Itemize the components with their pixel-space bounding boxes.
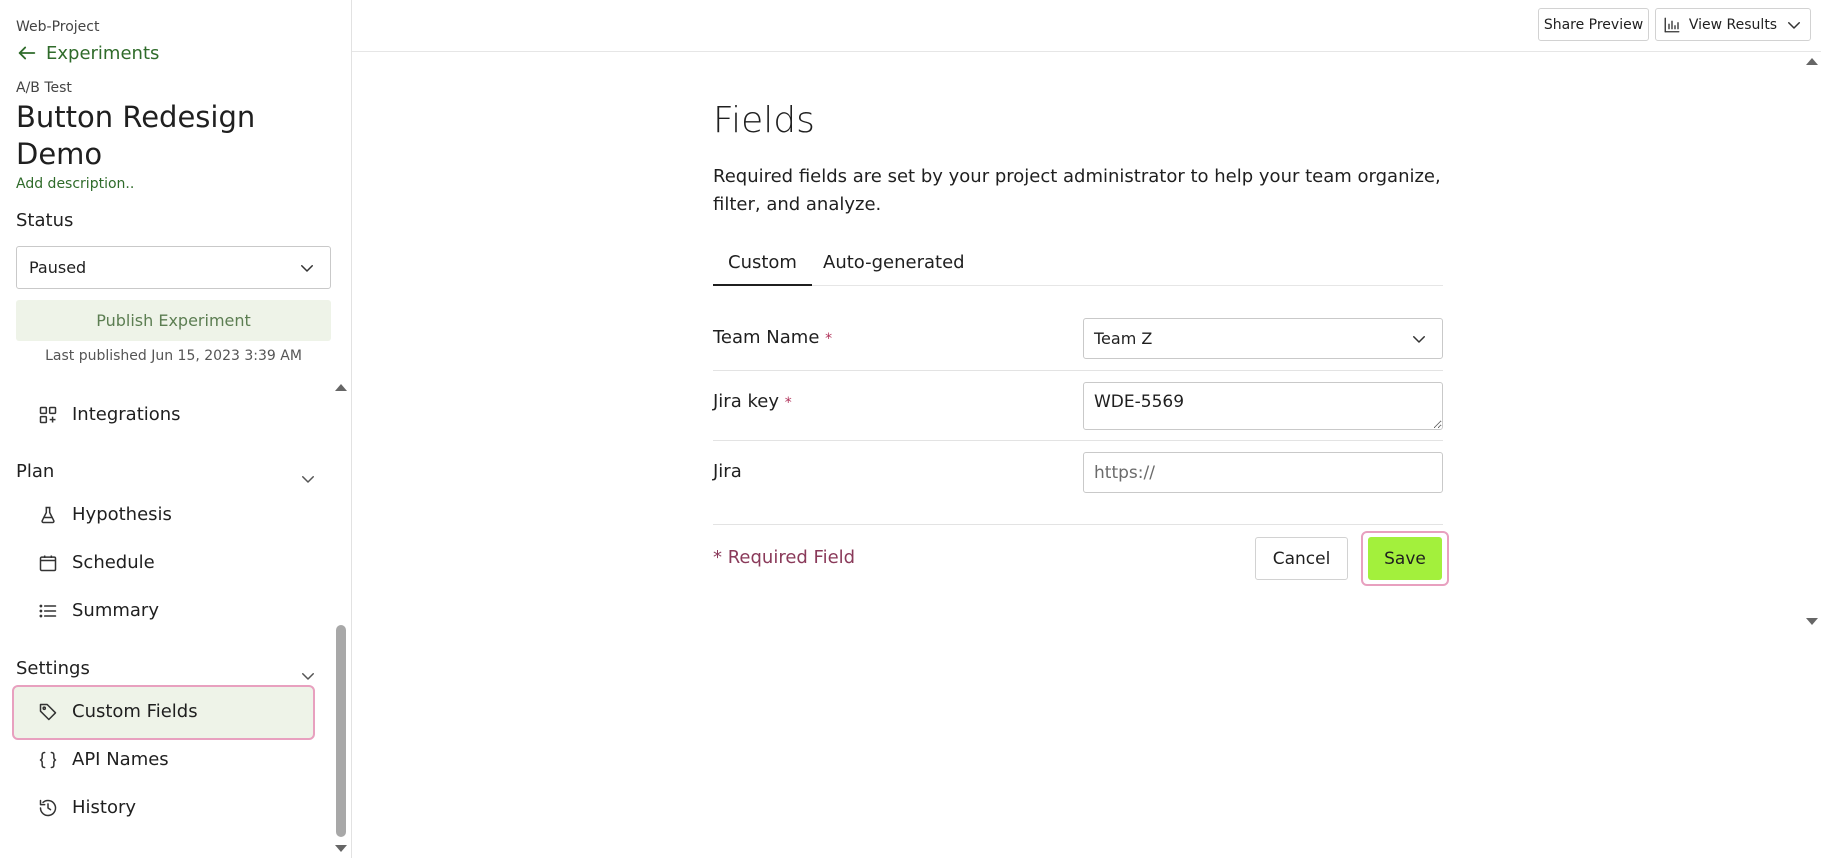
required-asterisk: * (825, 331, 833, 347)
nav-label: Summary (72, 600, 159, 621)
view-results-button[interactable]: View Results (1655, 8, 1811, 41)
status-select[interactable]: Paused (16, 246, 331, 289)
publish-experiment-button[interactable]: Publish Experiment (16, 300, 331, 341)
bar-chart-icon (1664, 17, 1680, 32)
nav-item-hypothesis[interactable]: Hypothesis (38, 504, 172, 525)
field-tabs: Custom Auto-generated (713, 246, 1443, 286)
calendar-icon (39, 555, 57, 571)
view-results-label: View Results (1688, 16, 1778, 33)
nav-label: History (72, 797, 137, 818)
chevron-down-icon (301, 264, 313, 272)
tab-custom[interactable]: Custom (713, 246, 812, 286)
nav-item-integrations[interactable]: Integrations (38, 404, 181, 425)
nav-label: Integrations (72, 404, 181, 425)
chevron-down-icon[interactable] (299, 470, 317, 488)
tab-auto-generated[interactable]: Auto-generated (808, 246, 980, 286)
sidebar-scroll-down-button[interactable] (335, 845, 347, 852)
field-label-text: Team Name (713, 327, 820, 348)
main-scroll-down-button[interactable] (1806, 618, 1818, 625)
page-title: Fields (713, 100, 815, 141)
jira-url-input[interactable] (1083, 452, 1443, 493)
section-heading-plan: Plan (16, 461, 55, 482)
team-name-select[interactable]: Team Z (1083, 318, 1443, 359)
chevron-down-icon (1788, 21, 1801, 29)
page-description: Required fields are set by your project … (713, 166, 1441, 215)
field-label-text: Jira key (713, 391, 779, 412)
nav-item-history[interactable]: History (38, 797, 136, 818)
project-name: Web-Project (16, 19, 100, 35)
team-name-label: Team Name * (713, 327, 832, 348)
chevron-down-icon (1413, 335, 1425, 343)
status-value: Paused (29, 258, 87, 277)
tag-icon (39, 703, 57, 720)
integrations-icon (39, 406, 57, 423)
jira-label: Jira (713, 461, 742, 482)
sidebar-scroll-up-button[interactable] (335, 384, 347, 391)
last-published-text: Last published Jun 15, 2023 3:39 AM (45, 348, 302, 364)
add-description-link[interactable]: Add description.. (16, 176, 134, 192)
cancel-button[interactable]: Cancel (1255, 537, 1348, 580)
row-divider (713, 370, 1443, 371)
sidebar-scrollbar-thumb[interactable] (336, 625, 346, 837)
back-to-experiments-link[interactable]: Experiments (16, 42, 159, 64)
history-icon (39, 799, 57, 816)
jira-key-label: Jira key * (713, 391, 792, 412)
nav-item-custom-fields[interactable]: Custom Fields (38, 701, 198, 722)
required-asterisk: * (784, 395, 792, 411)
share-preview-button[interactable]: Share Preview (1538, 8, 1649, 41)
row-divider (713, 440, 1443, 441)
flask-icon (41, 506, 55, 523)
back-link-label: Experiments (46, 42, 160, 64)
experiment-title: Button Redesign Demo (16, 100, 256, 171)
team-name-value: Team Z (1094, 329, 1153, 348)
list-icon (39, 604, 57, 617)
nav-item-api-names[interactable]: API Names (38, 749, 169, 770)
jira-key-textarea[interactable] (1083, 382, 1443, 430)
nav-label: Custom Fields (72, 701, 198, 722)
save-button[interactable]: Save (1368, 537, 1442, 580)
experiment-type: A/B Test (16, 80, 72, 96)
nav-label: Hypothesis (72, 504, 172, 525)
nav-item-summary[interactable]: Summary (38, 600, 159, 621)
section-heading-settings: Settings (16, 658, 90, 679)
required-field-note: * Required Field (713, 547, 856, 568)
arrow-left-icon (18, 46, 36, 60)
footer-divider (713, 524, 1443, 525)
nav-label: API Names (72, 749, 169, 770)
status-label: Status (16, 210, 74, 231)
sidebar: Web-Project Experiments A/B Test Button … (0, 0, 352, 858)
nav-label: Schedule (72, 552, 155, 573)
main-scroll-up-button[interactable] (1806, 58, 1818, 65)
braces-icon (39, 751, 57, 768)
chevron-down-icon[interactable] (299, 667, 317, 685)
nav-item-schedule[interactable]: Schedule (38, 552, 155, 573)
